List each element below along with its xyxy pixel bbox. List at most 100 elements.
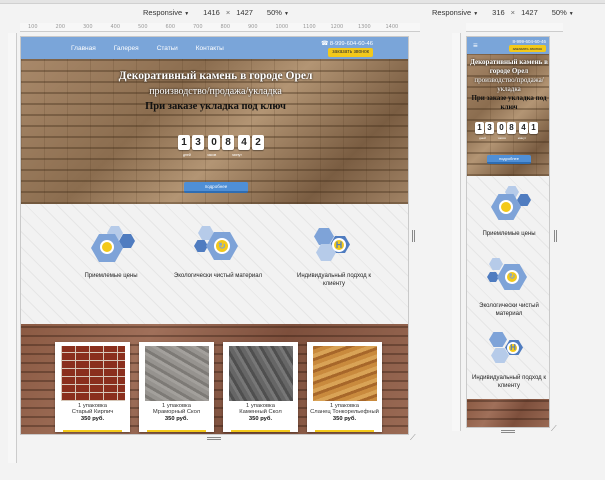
ruler-tick-label: 1000: [275, 24, 289, 30]
resize-corner-icon[interactable]: ⟋: [410, 433, 416, 443]
person-icon: H: [310, 226, 358, 266]
mobile-feature-label: Приемлемые цены: [482, 231, 536, 237]
ruler-tick-label: 1400: [385, 24, 399, 30]
mobile-feature-prices: Приемлемые цены: [467, 186, 549, 238]
product-name: Сланец Тонкорельефный: [310, 409, 379, 415]
product-image: [228, 346, 293, 401]
price-underline: [63, 430, 122, 432]
feature-label: Экологически чистый материал: [173, 273, 263, 279]
person-icon: H: [487, 330, 531, 370]
ruler-tick-label: 1200: [330, 24, 344, 30]
coins-icon: [487, 186, 531, 226]
ruler-tick-label: 600: [165, 24, 176, 30]
nav-home[interactable]: Главная: [71, 45, 96, 52]
timer-digit: 3: [485, 122, 494, 134]
device-toolbar-right: Responsive 316 × 1427 50%: [432, 6, 574, 18]
product-card[interactable]: 1 упаковка Сланец Тонкорельефный 350 руб…: [307, 342, 382, 432]
feature-eco: ↻ Экологически чистый материал: [173, 226, 263, 280]
timer-digit: 1: [475, 122, 484, 134]
ruler-tick-label: 500: [138, 24, 148, 30]
nav-gallery[interactable]: Галерея: [114, 45, 139, 52]
mobile-hero-title: Декоративный камень в городе Орел произв…: [467, 58, 549, 112]
ruler-tick-label: 1300: [358, 24, 371, 30]
hero-title: Декоративный камень в городе Орел произв…: [21, 69, 408, 114]
phone-block: ☎ 8-999-604-60-46 заказать звонок: [321, 41, 373, 57]
hamburger-menu-icon[interactable]: ≡: [473, 41, 478, 50]
zoom-dropdown-right[interactable]: 50%: [552, 8, 574, 17]
width-input[interactable]: 1416: [203, 8, 220, 17]
desktop-viewport: Главная Галерея Статьи Контакты ☎ 8-999-…: [20, 36, 409, 435]
mobile-width-handle[interactable]: [554, 230, 557, 242]
countdown-timer: 1 3 0 8 4 2: [178, 135, 264, 150]
timer-digit: 8: [507, 122, 516, 134]
mobile-feature-label: Индивидуальный подход к клиенту: [472, 375, 546, 389]
call-request-button[interactable]: заказать звонок: [328, 48, 373, 57]
ruler-tick-label: 200: [55, 24, 66, 30]
vertical-ruler: [8, 33, 17, 463]
mobile-hero: Декоративный камень в городе Орел произв…: [467, 54, 549, 176]
viewport-height-handle[interactable]: [207, 437, 221, 440]
details-button[interactable]: подробнее: [184, 182, 248, 193]
product-card[interactable]: 1 упаковка Старый Кирпич 350 руб.: [55, 342, 130, 432]
product-price: 350 руб.: [248, 416, 273, 422]
browser-tab-strip: [0, 0, 605, 4]
timer-label-minutes: минут: [517, 136, 527, 140]
height-input[interactable]: 1427: [236, 8, 253, 17]
product-name: Каменный Скол: [239, 409, 282, 415]
mobile-details-button[interactable]: подробнее: [487, 155, 531, 164]
product-price: 350 руб.: [164, 416, 189, 422]
ruler-tick-label: 800: [220, 24, 231, 30]
product-card[interactable]: 1 упаковка Мраморный Скол 350 руб.: [139, 342, 214, 432]
timer-label-days: дней: [183, 153, 191, 157]
timer-digit: 0: [208, 135, 220, 150]
responsive-dropdown-right[interactable]: Responsive: [432, 8, 478, 17]
vertical-ruler-right: [452, 33, 461, 431]
timer-digit: 4: [238, 135, 250, 150]
ruler-tick-label: 900: [248, 24, 258, 30]
mobile-feature-individual: H Индивидуальный подход к клиенту: [467, 330, 549, 390]
timer-digit: 0: [497, 122, 506, 134]
width-input-right[interactable]: 316: [492, 8, 505, 17]
product-card[interactable]: 1 упаковка Каменный Скол 350 руб.: [223, 342, 298, 432]
mobile-feature-eco: ↻ Экологически чистый материал: [467, 258, 549, 318]
viewport-width-handle[interactable]: [412, 230, 415, 242]
feature-label: Индивидуальный подход к клиенту: [297, 273, 371, 287]
timer-label-hours: часов: [206, 153, 217, 157]
features-section: Приемлемые цены ↻ Экологически чистый ма…: [21, 204, 408, 324]
feature-individual: H Индивидуальный подход к клиенту: [289, 226, 379, 288]
horizontal-ruler: 100 200 300 400 500 600 700 800 900 1000 1100 1200 1…: [20, 23, 420, 32]
zoom-dropdown[interactable]: 50%: [267, 8, 289, 17]
mobile-height-handle[interactable]: [501, 430, 515, 433]
ruler-tick-label: 300: [83, 24, 93, 30]
hero-section: Декоративный камень в городе Орел произв…: [21, 59, 408, 204]
timer-digit: 3: [192, 135, 204, 150]
product-image: [144, 346, 209, 401]
recycle-icon: ↻: [194, 226, 242, 266]
mobile-timer-labels: дней часов минут: [479, 136, 526, 140]
responsive-dropdown[interactable]: Responsive: [143, 8, 189, 17]
timer-digit: 2: [252, 135, 264, 150]
feature-label: Приемлемые цены: [84, 273, 138, 279]
recycle-icon: ↻: [487, 258, 531, 298]
mobile-call-button[interactable]: заказать звонок: [508, 44, 546, 52]
mobile-phone-number: 8-999-604-60-46: [512, 39, 546, 44]
product-name: Мраморный Скол: [152, 409, 201, 415]
nav-articles[interactable]: Статьи: [157, 45, 178, 52]
horizontal-ruler-right: [466, 23, 563, 32]
mobile-viewport: ≡ 8-999-604-60-46 заказать звонок Декора…: [466, 36, 550, 428]
nav-contacts[interactable]: Контакты: [196, 45, 224, 52]
timer-digit: 1: [529, 122, 538, 134]
price-underline: [315, 430, 374, 432]
mobile-hero-line-2: производство/продажа/укладка: [474, 76, 544, 93]
mobile-hero-line-1: Декоративный камень в городе Орел: [470, 58, 548, 75]
hero-line-1: Декоративный камень в городе Орел: [118, 70, 313, 82]
times-label: ×: [225, 7, 231, 17]
mobile-resize-corner-icon[interactable]: ⟋: [551, 424, 557, 434]
timer-label-minutes: минут: [232, 153, 242, 157]
phone-number: 8-999-604-60-46: [329, 41, 373, 47]
ruler-tick-label: 700: [193, 24, 203, 30]
mobile-countdown: 1 3 0 8 4 1: [475, 122, 538, 134]
hero-line-2: производство/продажа/укладка: [149, 86, 282, 97]
height-input-right[interactable]: 1427: [521, 8, 538, 17]
mobile-hero-line-3: При заказе укладка под ключ: [471, 94, 547, 111]
